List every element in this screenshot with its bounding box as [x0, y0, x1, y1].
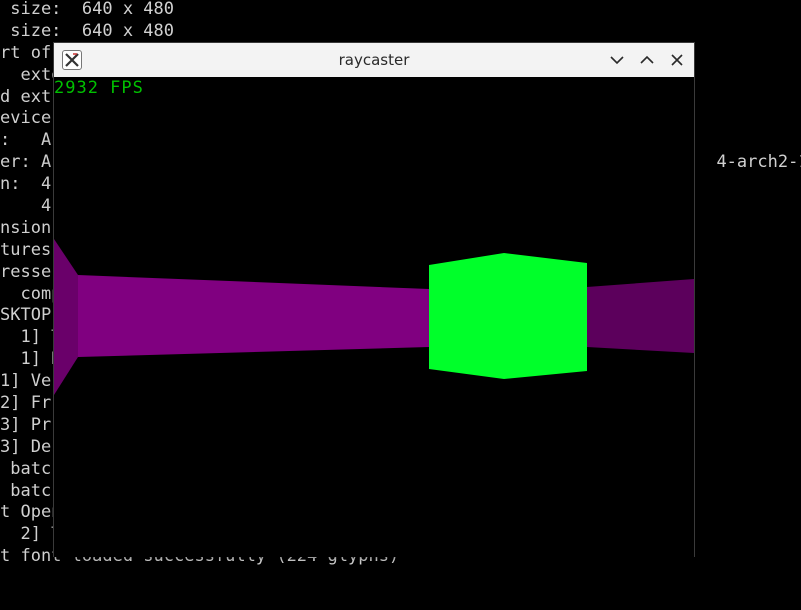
close-button[interactable] — [666, 49, 688, 71]
chevron-up-icon — [640, 55, 654, 64]
terminal-line: size: 640 x 480 — [0, 20, 174, 41]
right-wall-segment — [587, 279, 694, 353]
green-cube — [429, 253, 587, 379]
minimize-button[interactable] — [606, 49, 628, 71]
left-wall-segment — [54, 239, 78, 395]
close-icon — [671, 54, 683, 66]
terminal-line: size: 640 x 480 — [0, 0, 174, 19]
chevron-down-icon — [610, 56, 624, 65]
purple-wall — [78, 275, 429, 357]
maximize-button[interactable] — [636, 49, 658, 71]
title-bar[interactable]: raycaster — [54, 43, 694, 77]
fps-counter: 2932 FPS — [54, 78, 144, 98]
scene-render — [54, 239, 694, 395]
raycaster-window[interactable]: raycaster 2932 FPS — [53, 42, 695, 557]
game-viewport[interactable]: 2932 FPS — [54, 77, 694, 557]
window-title: raycaster — [338, 51, 410, 69]
